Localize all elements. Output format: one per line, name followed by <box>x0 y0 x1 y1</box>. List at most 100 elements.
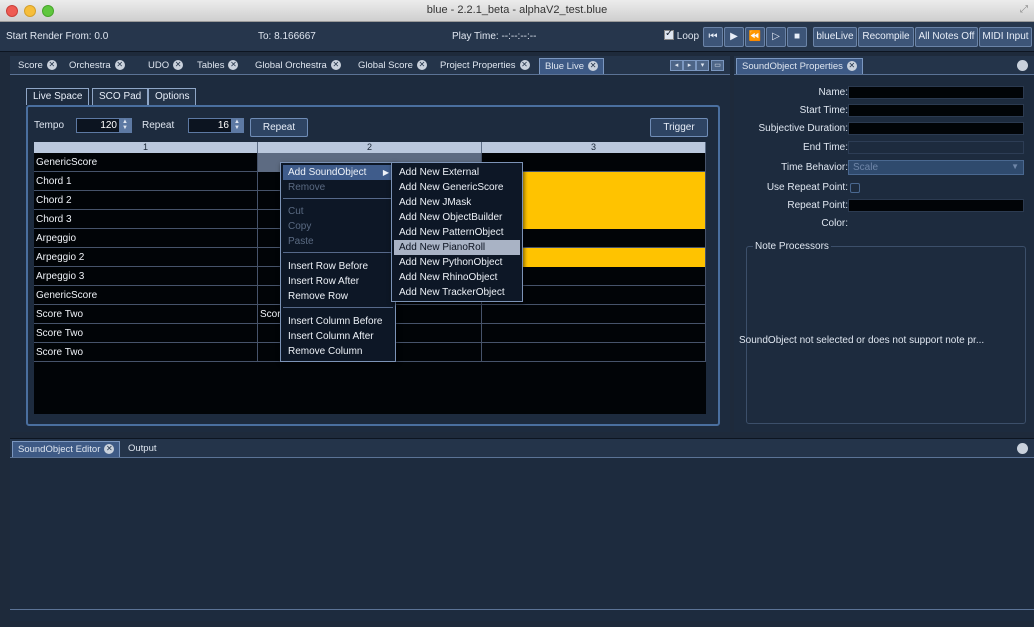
grid-cell[interactable]: Chord 3 <box>34 210 258 229</box>
name-field[interactable] <box>848 86 1024 99</box>
rewind-icon[interactable]: ⏮ <box>703 27 723 47</box>
start-time-field[interactable] <box>848 104 1024 117</box>
tab-tables[interactable]: Tables ✕ <box>197 58 239 74</box>
all-notes-off-button[interactable]: All Notes Off <box>915 27 978 47</box>
column-header-3[interactable]: 3 <box>482 142 706 153</box>
render-end-label[interactable]: To: 8.166667 <box>258 31 316 42</box>
close-tab-icon[interactable]: ✕ <box>114 60 125 71</box>
name-label: Name: <box>818 87 848 98</box>
menu-item-add-new-patternobject[interactable]: Add New PatternObject <box>394 225 520 240</box>
tab-output[interactable]: Output <box>128 441 157 457</box>
grid-cell[interactable]: Score Two <box>34 324 258 343</box>
menu-item-insert-row-after[interactable]: Insert Row After <box>283 274 393 289</box>
menu-item-insert-column-before[interactable]: Insert Column Before <box>283 314 393 329</box>
spinner-arrows-icon[interactable]: ▲ ▼ <box>231 119 243 132</box>
tab-udo[interactable]: UDO ✕ <box>148 58 184 74</box>
close-tab-icon[interactable]: ✕ <box>416 60 427 71</box>
menu-item-add-new-pianoroll[interactable]: Add New PianoRoll <box>394 240 520 255</box>
tab-global-orchestra[interactable]: Global Orchestra ✕ <box>255 58 341 74</box>
menu-item-add-new-rhinoobject[interactable]: Add New RhinoObject <box>394 270 520 285</box>
recompile-button[interactable]: Recompile <box>858 27 914 47</box>
time-behavior-select[interactable]: Scale ▼ <box>848 160 1024 175</box>
grid-cell[interactable]: GenericScore <box>34 153 258 172</box>
grid-cell[interactable]: Arpeggio 3 <box>34 267 258 286</box>
step-back-icon[interactable]: ▶ <box>724 27 744 47</box>
grid-cell[interactable] <box>482 343 706 362</box>
bluelive-button[interactable]: blueLive <box>813 27 857 47</box>
close-tab-icon[interactable]: ✕ <box>519 60 530 71</box>
tab-project-properties[interactable]: Project Properties ✕ <box>440 58 530 74</box>
repeat-point-field[interactable] <box>848 199 1024 212</box>
step-forward-icon[interactable]: ⏪ <box>745 27 765 47</box>
menu-item-add-new-jmask[interactable]: Add New JMask <box>394 195 520 210</box>
grid-cell[interactable]: Score Two <box>34 305 258 324</box>
menu-item-add-new-objectbuilder[interactable]: Add New ObjectBuilder <box>394 210 520 225</box>
column-header-2[interactable]: 2 <box>258 142 482 153</box>
tab-soundobject-properties[interactable]: SoundObject Properties ✕ <box>736 58 863 74</box>
close-tab-icon[interactable]: ✕ <box>228 60 239 71</box>
tab-orchestra[interactable]: Orchestra ✕ <box>69 58 125 74</box>
tab-global-score[interactable]: Global Score ✕ <box>358 58 427 74</box>
fullscreen-icon[interactable]: ⤢ <box>1020 4 1028 15</box>
menu-item-remove-column[interactable]: Remove Column <box>283 344 393 359</box>
column-header-1[interactable]: 1 <box>34 142 258 153</box>
close-tab-icon[interactable]: ✕ <box>588 61 599 72</box>
grid-cell[interactable]: GenericScore <box>34 286 258 305</box>
subjective-duration-label: Subjective Duration: <box>758 123 849 134</box>
loop-checkbox[interactable] <box>664 28 674 41</box>
close-tab-icon[interactable]: ✕ <box>846 61 857 72</box>
menu-item-add-new-pythonobject[interactable]: Add New PythonObject <box>394 255 520 270</box>
panel-menu-icon[interactable] <box>1017 60 1028 71</box>
maximize-panel-icon[interactable]: ▭ <box>711 60 724 71</box>
menu-item-paste[interactable]: Paste <box>283 234 393 249</box>
grid-cell[interactable]: Score Two <box>34 343 258 362</box>
trigger-button[interactable]: Trigger <box>650 118 708 137</box>
midi-input-button[interactable]: MIDI Input <box>979 27 1032 47</box>
tempo-spinner[interactable]: 120 ▲ ▼ <box>76 118 132 133</box>
close-tab-icon[interactable]: ✕ <box>104 444 115 455</box>
grid-cell[interactable]: Chord 1 <box>34 172 258 191</box>
close-tab-icon[interactable]: ✕ <box>46 60 57 71</box>
menu-item-add-new-genericscore[interactable]: Add New GenericScore <box>394 180 520 195</box>
menu-item-copy[interactable]: Copy <box>283 219 393 234</box>
menu-item-remove-row[interactable]: Remove Row <box>283 289 393 304</box>
menu-item-add-soundobject[interactable]: Add SoundObject ▶ <box>283 165 393 180</box>
menu-item-add-new-external[interactable]: Add New External <box>394 165 520 180</box>
menu-item-cut[interactable]: Cut <box>283 204 393 219</box>
grid-cell[interactable]: Chord 2 <box>34 191 258 210</box>
menu-separator <box>283 198 393 199</box>
menu-item-add-new-trackerobject[interactable]: Add New TrackerObject <box>394 285 520 300</box>
tab-live-space[interactable]: Live Space <box>26 88 90 105</box>
menu-separator <box>283 307 393 308</box>
use-repeat-point-checkbox[interactable] <box>850 183 860 193</box>
grid-cell[interactable] <box>482 324 706 343</box>
grid-cell[interactable] <box>482 305 706 324</box>
repeat-button[interactable]: Repeat <box>250 118 308 137</box>
menu-item-remove[interactable]: Remove <box>283 180 393 195</box>
panel-menu-icon[interactable] <box>1017 443 1028 454</box>
close-tab-icon[interactable]: ✕ <box>330 60 341 71</box>
start-time-label: Start Time: <box>799 105 848 116</box>
repeat-spinner[interactable]: 16 ▲ ▼ <box>188 118 244 133</box>
tab-soundobject-editor[interactable]: SoundObject Editor ✕ <box>12 441 121 457</box>
tab-options[interactable]: Options <box>148 88 197 105</box>
loop-toggle[interactable]: Loop <box>664 28 699 42</box>
grid-cell[interactable]: Arpeggio <box>34 229 258 248</box>
subjective-duration-field[interactable] <box>848 122 1024 135</box>
stop-icon[interactable]: ■ <box>787 27 807 47</box>
tab-blue-live[interactable]: Blue Live ✕ <box>539 58 605 74</box>
tab-score[interactable]: Score ✕ <box>18 58 57 74</box>
start-render-label[interactable]: Start Render From: 0.0 <box>6 31 108 42</box>
properties-tab-bar: SoundObject Properties ✕ <box>734 56 1034 75</box>
close-tab-icon[interactable]: ✕ <box>173 60 184 71</box>
tab-list-icon[interactable]: ▾ <box>696 60 709 71</box>
grid-cell[interactable]: Arpeggio 2 <box>34 248 258 267</box>
bottom-tab-bar: SoundObject Editor ✕ Output <box>10 439 1034 458</box>
scroll-tabs-left-icon[interactable]: ◂ <box>670 60 683 71</box>
scroll-tabs-right-icon[interactable]: ▸ <box>683 60 696 71</box>
play-icon[interactable]: ▷ <box>766 27 786 47</box>
tab-sco-pad[interactable]: SCO Pad <box>92 88 149 105</box>
spinner-arrows-icon[interactable]: ▲ ▼ <box>119 119 131 132</box>
menu-item-insert-column-after[interactable]: Insert Column After <box>283 329 393 344</box>
menu-item-insert-row-before[interactable]: Insert Row Before <box>283 259 393 274</box>
